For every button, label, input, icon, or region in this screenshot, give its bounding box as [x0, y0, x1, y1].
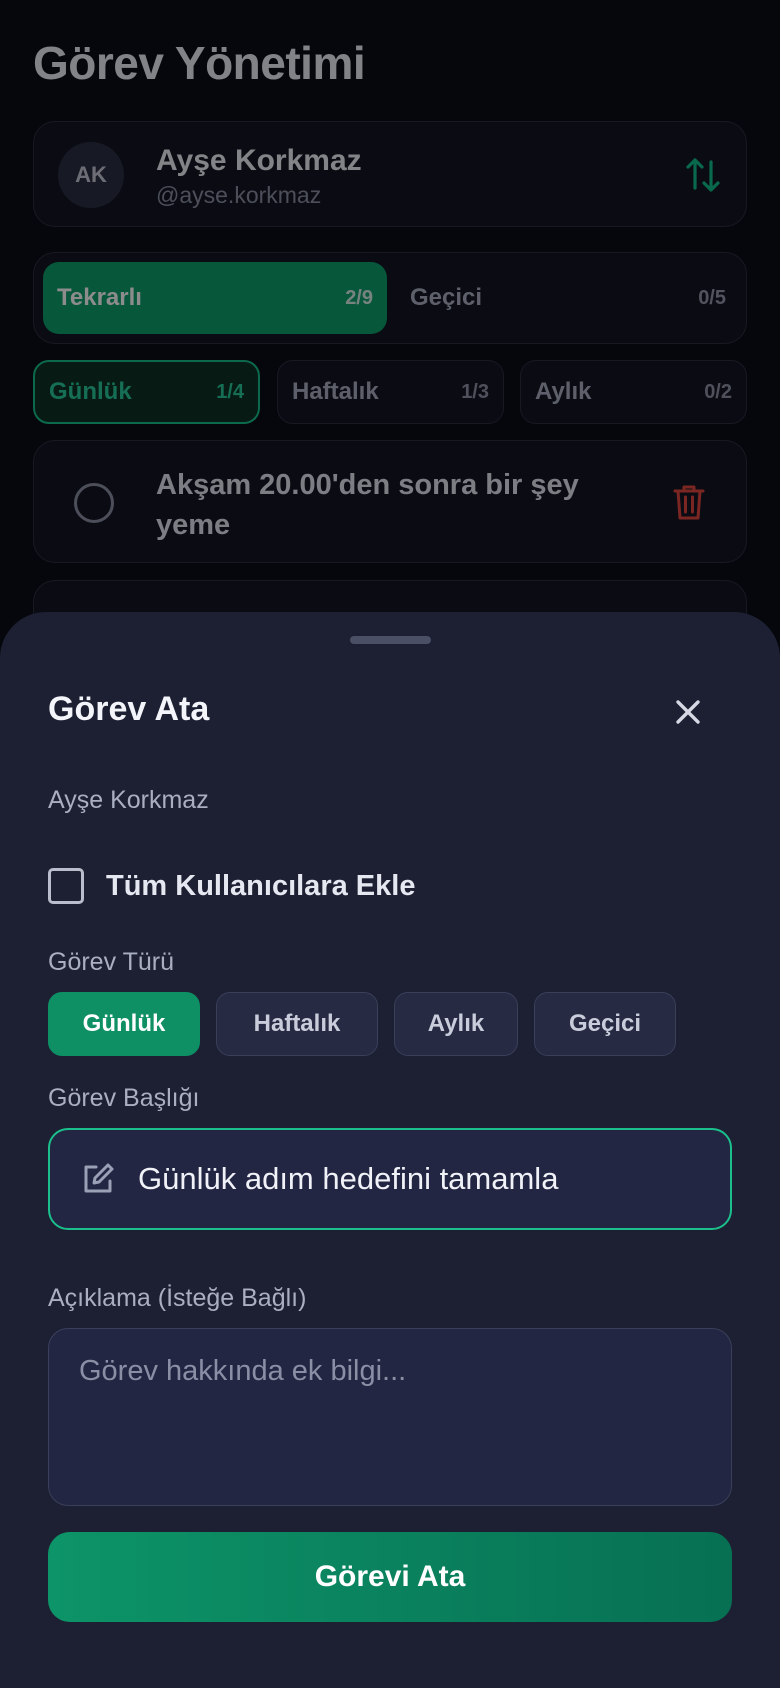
assign-task-sheet: Görev Ata Ayşe Korkmaz Tüm Kullanıcılara… — [0, 612, 780, 1688]
all-users-label: Tüm Kullanıcılara Ekle — [106, 869, 416, 902]
task-title-value: Günlük adım hedefini tamamla — [138, 1161, 559, 1196]
task-type-label: Görev Türü — [48, 948, 174, 976]
description-textarea[interactable]: Görev hakkında ek bilgi... — [48, 1328, 732, 1506]
task-title-label: Görev Başlığı — [48, 1084, 200, 1112]
description-label: Açıklama (İsteğe Bağlı) — [48, 1284, 307, 1312]
close-button[interactable] — [670, 694, 706, 730]
assignee-name: Ayşe Korkmaz — [48, 786, 209, 814]
edit-icon — [84, 1163, 114, 1193]
sheet-drag-handle[interactable] — [350, 636, 431, 644]
close-icon — [676, 700, 700, 724]
all-users-checkbox[interactable] — [48, 868, 84, 904]
description-placeholder: Görev hakkında ek bilgi... — [79, 1355, 407, 1387]
type-temporary-button[interactable]: Geçici — [534, 992, 676, 1056]
task-title-input[interactable]: Günlük adım hedefini tamamla — [48, 1128, 732, 1230]
type-daily-button[interactable]: Günlük — [48, 992, 200, 1056]
type-weekly-button[interactable]: Haftalık — [216, 992, 378, 1056]
all-users-toggle[interactable]: Tüm Kullanıcılara Ekle — [48, 866, 415, 906]
type-monthly-button[interactable]: Aylık — [394, 992, 518, 1056]
assign-task-button[interactable]: Görevi Ata — [48, 1532, 732, 1622]
sheet-title: Görev Ata — [48, 690, 210, 728]
